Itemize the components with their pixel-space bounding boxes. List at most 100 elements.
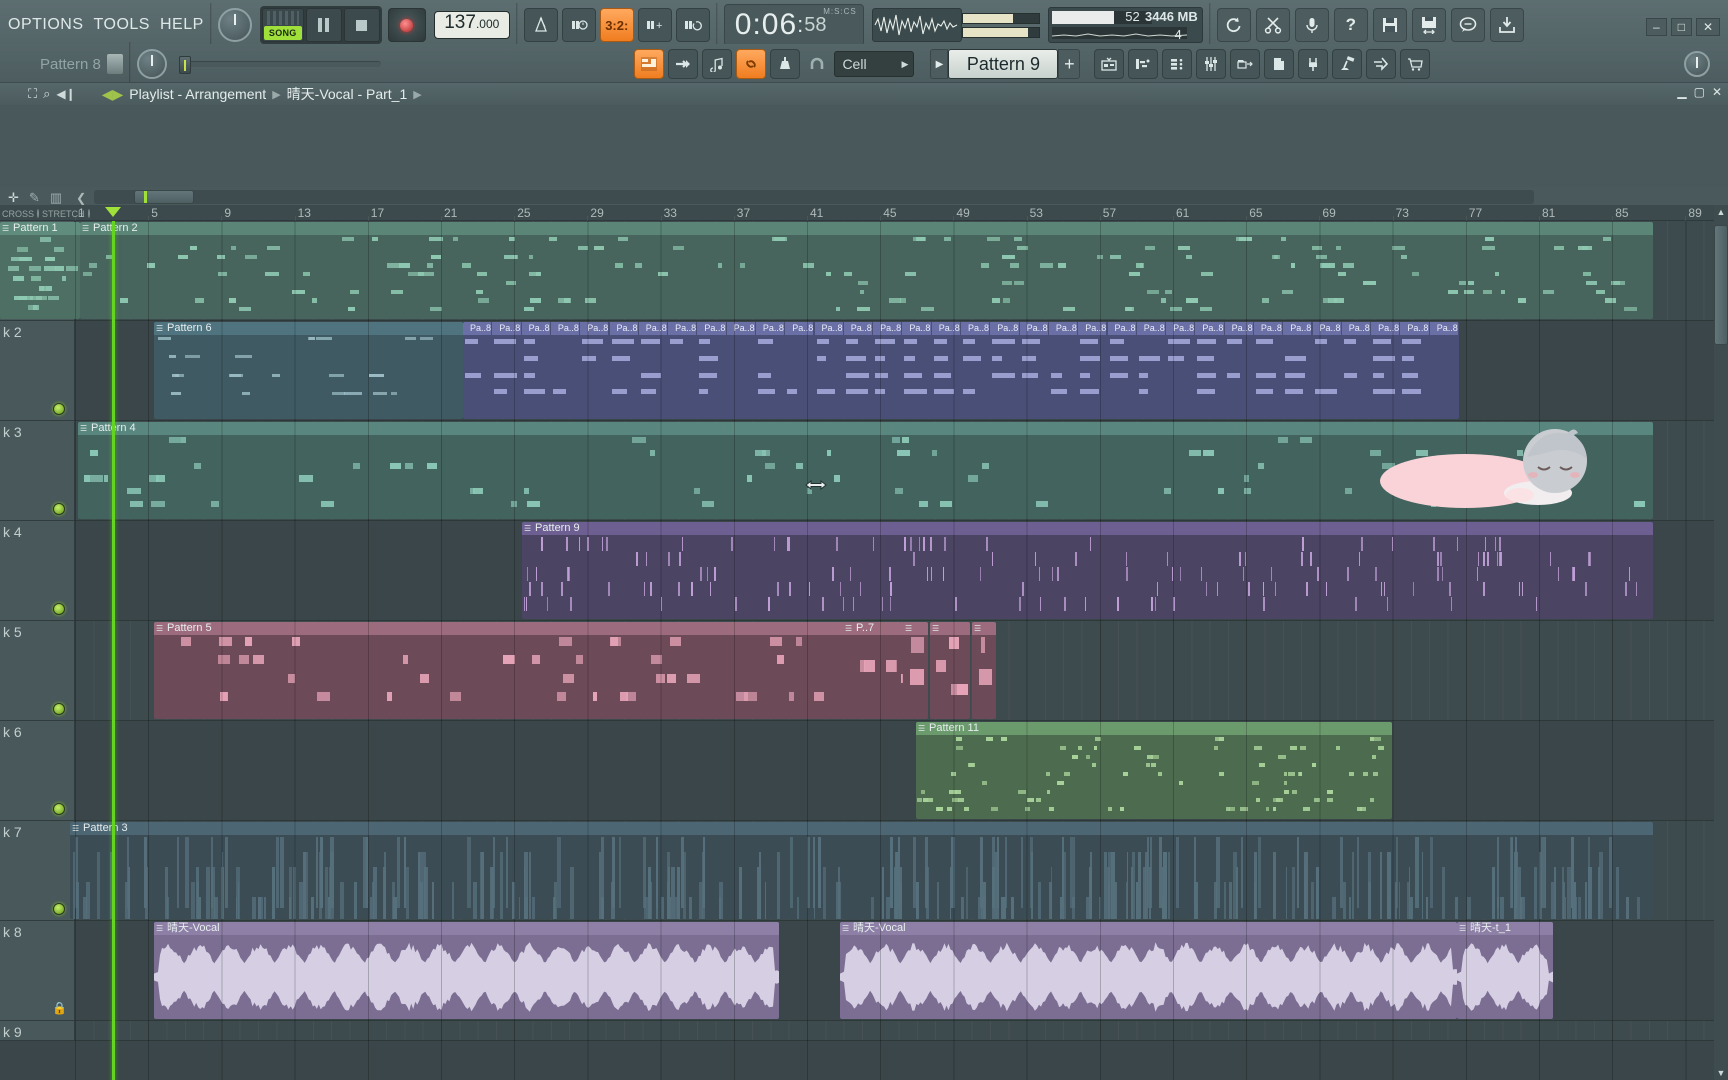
track-lane-6[interactable] [75,721,1728,821]
track-lane-9[interactable] [75,1021,1728,1041]
pattern-plus-icon[interactable]: + [637,8,672,42]
audio-icon[interactable]: ◀❙ [56,87,75,101]
clip[interactable]: Pattern 9 [522,522,1653,619]
playlist-maximize-button[interactable]: ▢ [1694,85,1705,99]
scissors-icon[interactable] [1255,8,1290,42]
pattern-selector[interactable]: Pattern 9 [948,49,1059,79]
piano-roll-window-icon[interactable] [1128,49,1159,79]
piano-roll-icon[interactable] [702,49,733,79]
clip[interactable] [903,622,928,719]
browser-volume-knob[interactable] [1684,51,1710,77]
maximize-button[interactable]: □ [1670,18,1692,36]
browser-icon[interactable] [1230,49,1261,79]
clip[interactable] [972,622,996,719]
menu-item-tools[interactable]: TOOLS [94,16,150,34]
fullscreen-icon[interactable]: ⛶ [28,86,37,102]
menu-item-options[interactable]: OPTIONS [8,16,84,34]
clip[interactable]: Pattern 11 [916,722,1392,819]
scroll-down-button[interactable]: ▼ [1714,1066,1728,1080]
pattern-picker-icon[interactable] [106,54,123,74]
vertical-scrollbar-thumb[interactable] [1714,225,1728,345]
pattern-prev-button[interactable]: ▶ [930,49,949,79]
track-header-4[interactable]: k 4 [0,521,75,621]
select-tool-icon[interactable]: ▥ [50,190,62,206]
clip[interactable]: 晴天-t_1 [1457,922,1553,1019]
clip[interactable]: Pattern 5 [154,622,912,719]
clip[interactable] [930,622,970,719]
track-header-2[interactable]: k 2 [0,321,75,421]
playlist-window-icon[interactable] [1162,49,1193,79]
mixer-window-icon[interactable] [1196,49,1227,79]
paint-tool-icon[interactable]: ✎ [29,190,40,206]
shop-icon[interactable] [1400,49,1431,79]
track-enable-led[interactable] [53,703,65,715]
wait-for-input-icon[interactable] [561,8,596,42]
scroll-left-button[interactable]: ❮ [76,191,86,205]
clip[interactable]: Pattern 2 [80,222,1653,319]
clip[interactable]: P..7 [843,622,901,719]
loop-record-icon[interactable] [675,8,710,42]
playlist-minimize-button[interactable]: ▁ [1677,85,1686,99]
zoom-icon[interactable]: ⌕ [43,86,50,102]
microphone-icon[interactable] [1294,8,1329,42]
save-icon[interactable] [1372,8,1407,42]
clip[interactable]: Pattern 6 [154,322,463,419]
minimize-button[interactable]: – [1646,18,1667,36]
cross-knob[interactable] [37,209,40,218]
track-header-7[interactable]: k 7 [0,821,75,921]
comment-icon[interactable] [1450,8,1485,42]
track-enable-led[interactable] [53,803,65,815]
clip[interactable]: Pa..8 Pa..8 Pa..8 Pa..8 Pa..8 Pa..8 Pa..8 Pa..8… [463,322,1459,419]
mixer-icon[interactable] [770,49,801,79]
scrollbar-thumb[interactable] [134,190,194,204]
track-enable-led[interactable] [53,403,65,415]
link-icon[interactable] [736,49,767,79]
track-enable-led[interactable] [53,903,65,915]
clip[interactable]: Pattern 3 [70,822,1653,919]
master-volume-knob[interactable] [136,49,167,79]
playlist-icon[interactable] [634,49,665,79]
plugin-picker-icon[interactable] [1298,49,1329,79]
track-header-5[interactable]: k 5 [0,621,75,721]
track-enable-led[interactable] [53,503,65,515]
clip[interactable]: Pattern 1 [0,222,80,319]
record-button[interactable] [387,8,426,42]
stretch-knob[interactable] [87,209,90,218]
play-pause-button[interactable] [305,8,342,42]
channel-rack-icon[interactable] [1094,49,1125,79]
vertical-scrollbar[interactable]: ▲ ▼ [1714,205,1728,1080]
help-icon[interactable]: ? [1333,8,1368,42]
horizontal-scrollbar[interactable] [94,190,1534,204]
add-pattern-button[interactable]: + [1058,49,1081,79]
step-sequencer-icon[interactable] [668,49,699,79]
playlist-tracks-area[interactable]: k 1Pattern 1Pattern 2k 2Pattern 6Pa..8Pa… [0,221,1728,1080]
playlist-close-button[interactable]: ✕ [1712,85,1722,99]
clip[interactable]: 晴天-Vocal [154,922,779,1019]
clip[interactable]: 晴天-Vocal [840,922,1457,1019]
track-header-9[interactable]: k 9 [0,1021,75,1041]
metronome-icon[interactable] [523,8,558,42]
scroll-up-button[interactable]: ▲ [1714,205,1728,219]
close-button[interactable]: ✕ [1695,18,1720,36]
online-icon[interactable] [1366,49,1397,79]
track-lock-icon[interactable]: 🔒 [52,1001,67,1015]
project-file-icon[interactable] [1264,49,1295,79]
snap-selector[interactable]: Cell ▶ [834,51,915,77]
master-pitch-slider[interactable] [178,56,381,74]
snap-magnet-icon[interactable] [804,49,830,79]
track-header-3[interactable]: k 3 [0,421,75,521]
tempo-display[interactable]: 137 .000 [433,11,510,39]
undo-icon[interactable] [1216,8,1251,42]
step-count-button[interactable]: 3:2: [599,8,634,42]
time-display[interactable]: 0:06 : 58 M:S:CS [723,4,864,46]
export-icon[interactable] [1489,8,1524,42]
save-as-icon[interactable] [1411,8,1446,42]
master-pitch-knob[interactable] [217,8,252,42]
timeline-ruler[interactable]: 1 5 9 13 17 21 25 29 33 37 41 45 49 53 57 61 65 69 73 77 81 8… [0,205,1728,221]
song-mode-button[interactable]: SONG [261,8,304,42]
track-header-6[interactable]: k 6 [0,721,75,821]
playhead-marker[interactable] [104,207,121,217]
track-enable-led[interactable] [53,603,65,615]
slice-tool-icon[interactable]: ✛ [8,190,19,206]
playlist-menu-icon[interactable]: ◀▶ [102,86,124,103]
